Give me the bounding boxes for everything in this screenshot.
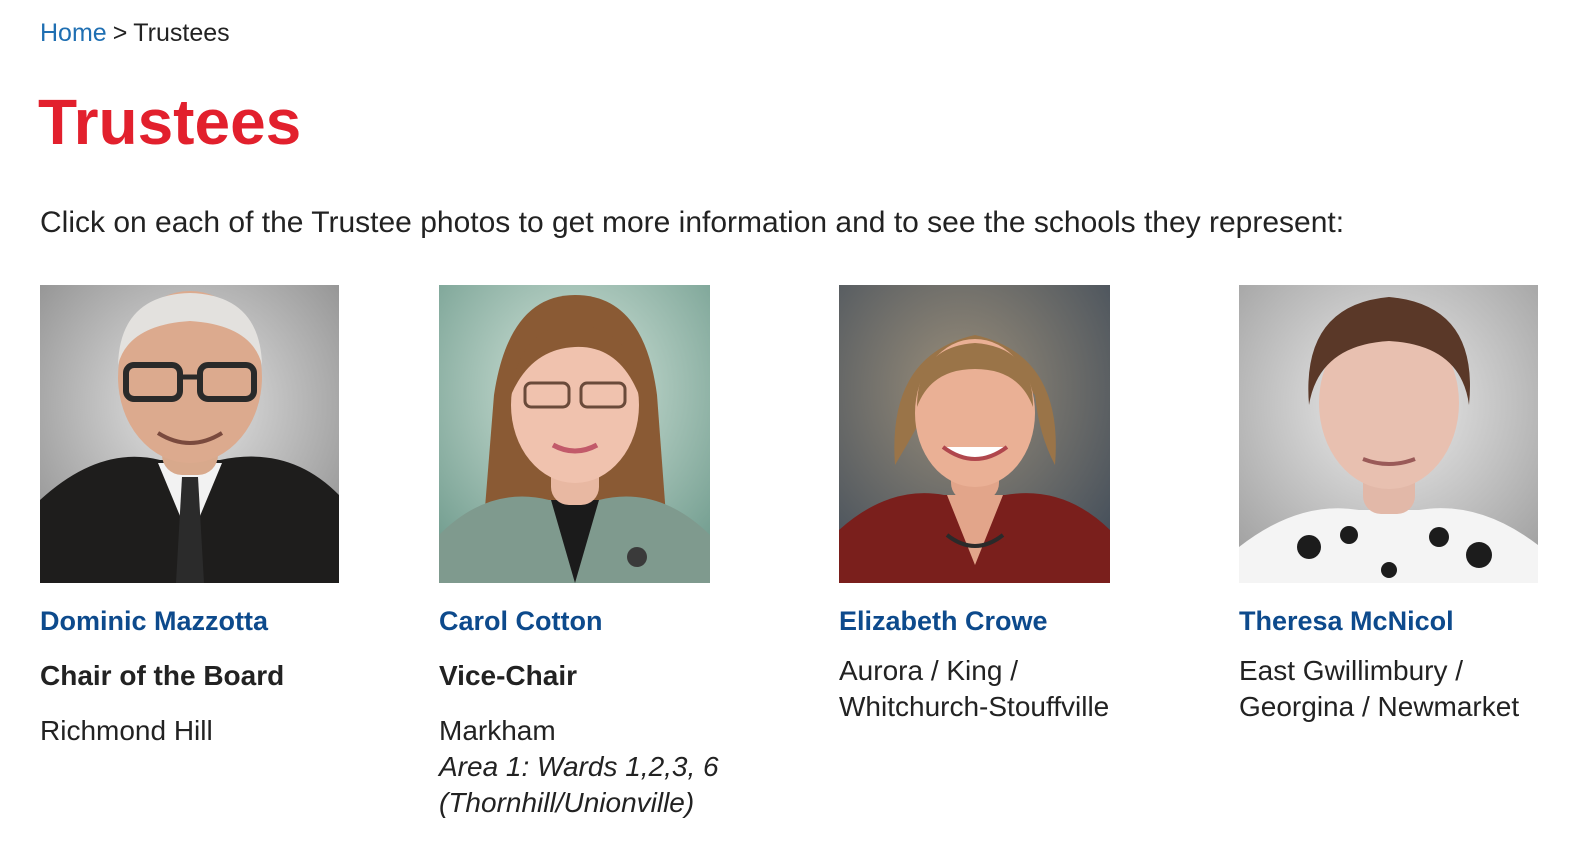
- trustee-portrait-image: [40, 285, 339, 583]
- page: Home > Trustees Trustees Click on each of …: [0, 0, 1574, 846]
- trustee-photo[interactable]: [40, 285, 339, 583]
- trustee-area: Richmond Hill: [40, 715, 213, 746]
- trustee-name-link[interactable]: Elizabeth Crowe: [839, 605, 1110, 637]
- trustee-card: Theresa McNicol East Gwillimbury / Georg…: [1239, 285, 1538, 725]
- breadcrumb-current: Trustees: [133, 19, 230, 47]
- breadcrumb-separator: >: [112, 19, 128, 47]
- trustee-note-line: (Thornhill/Unionville): [439, 787, 695, 818]
- trustee-photo[interactable]: [1239, 285, 1538, 583]
- page-title: Trustees: [38, 86, 302, 158]
- trustee-card: Carol Cotton Vice-Chair Markham Area 1: …: [439, 285, 719, 821]
- breadcrumb: Home > Trustees: [40, 18, 230, 48]
- trustee-role: Vice-Chair: [439, 660, 577, 691]
- trustee-name-link[interactable]: Theresa McNicol: [1239, 605, 1538, 637]
- trustee-portrait-image: [439, 285, 710, 583]
- trustee-area: Whitchurch-Stouffville: [839, 691, 1110, 722]
- intro-text: Click on each of the Trustee photos to g…: [40, 206, 1345, 239]
- trustee-area: Markham: [439, 715, 556, 746]
- trustee-name-link[interactable]: Dominic Mazzotta: [40, 605, 339, 637]
- trustee-portrait-image: [839, 285, 1110, 583]
- trustee-card: Dominic Mazzotta Chair of the Board Rich…: [40, 285, 339, 749]
- trustee-portrait-image: [1239, 285, 1538, 583]
- trustee-photo[interactable]: [839, 285, 1110, 583]
- trustee-photo[interactable]: [439, 285, 710, 583]
- trustee-area: East Gwillimbury /: [1239, 655, 1464, 686]
- breadcrumb-home-link[interactable]: Home: [40, 19, 107, 47]
- trustee-note-line: Area 1: Wards 1,2,3, 6: [439, 751, 719, 782]
- trustee-area: Georgina / Newmarket: [1239, 691, 1520, 722]
- trustee-card: Elizabeth Crowe Aurora / King / Whitchur…: [839, 285, 1110, 725]
- trustee-area: Aurora / King /: [839, 655, 1018, 686]
- trustee-role: Chair of the Board: [40, 660, 285, 691]
- trustee-name-link[interactable]: Carol Cotton: [439, 605, 719, 637]
